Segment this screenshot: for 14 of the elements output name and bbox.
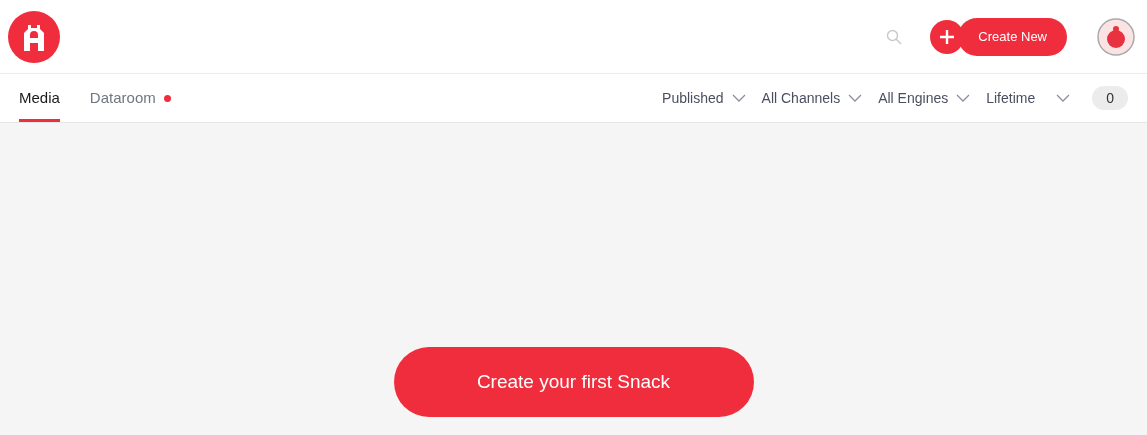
filter-dropdown[interactable]: All Engines: [878, 87, 971, 109]
chevron-down-icon: [731, 94, 746, 102]
tab[interactable]: Media: [19, 74, 60, 122]
create-snack-button[interactable]: Create your first Snack: [393, 347, 754, 417]
count-badge: 0: [1092, 86, 1128, 110]
chevron-down-icon: [1056, 94, 1071, 102]
tab[interactable]: Dataroom: [89, 74, 171, 122]
logo-icon[interactable]: [8, 10, 60, 63]
avatar-icon[interactable]: [1097, 17, 1135, 56]
filter-dropdown[interactable]: Lifetime: [986, 87, 1071, 109]
filter-dropdown[interactable]: All Channels: [761, 87, 863, 109]
chevron-down-icon: [848, 94, 863, 102]
filter-dropdown[interactable]: Published: [662, 87, 746, 109]
chevron-down-icon: [956, 94, 971, 102]
